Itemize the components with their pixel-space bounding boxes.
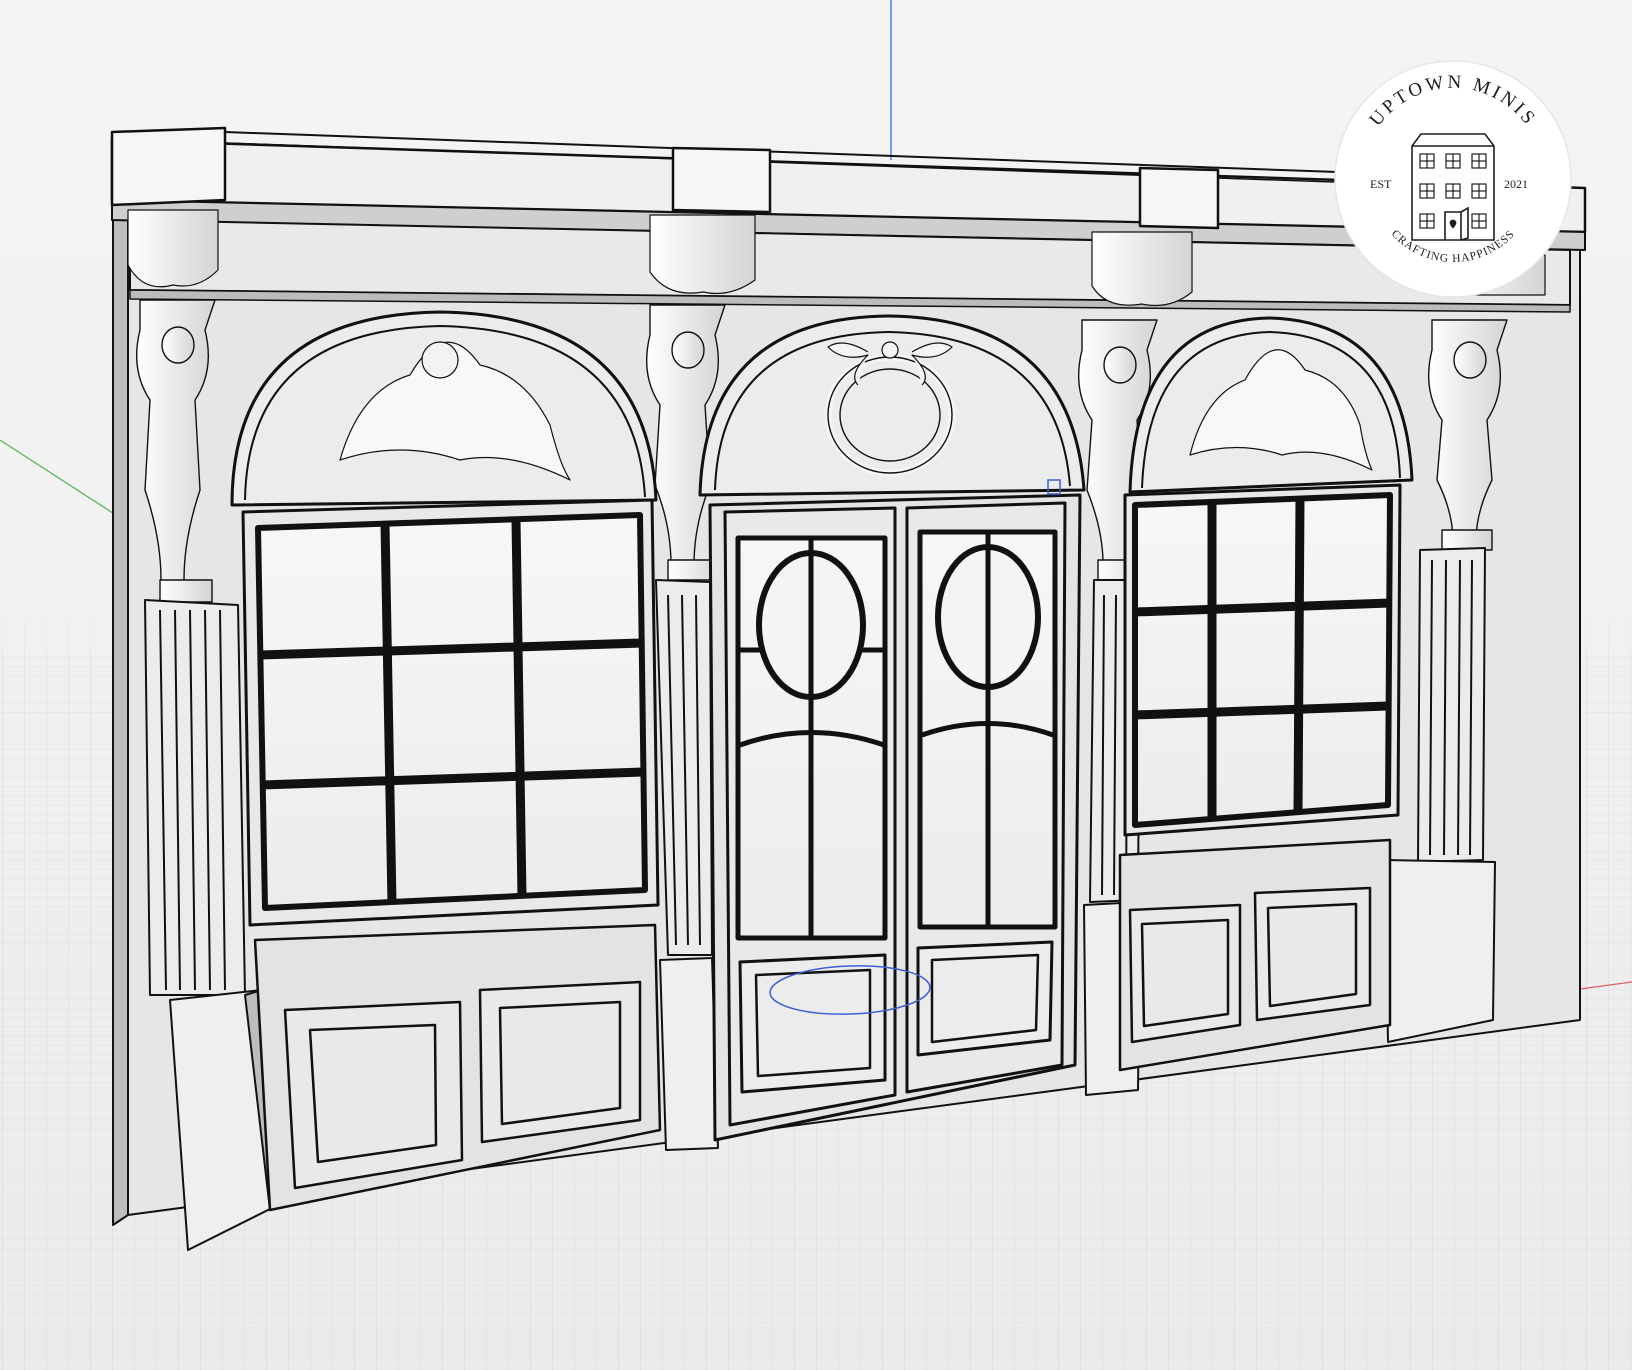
- uptown-minis-logo: UPTOWN MINIS CRAFTING HAPPINESS EST 2021: [1334, 60, 1572, 298]
- left-arched-window: [230, 310, 660, 927]
- central-arched-doorway: [698, 314, 1086, 1142]
- logo-year: 2021: [1504, 177, 1528, 191]
- logo-est-label: EST: [1370, 177, 1392, 191]
- right-arched-window: [1123, 316, 1414, 837]
- 3d-viewport[interactable]: UPTOWN MINIS CRAFTING HAPPINESS EST 2021: [0, 0, 1632, 1370]
